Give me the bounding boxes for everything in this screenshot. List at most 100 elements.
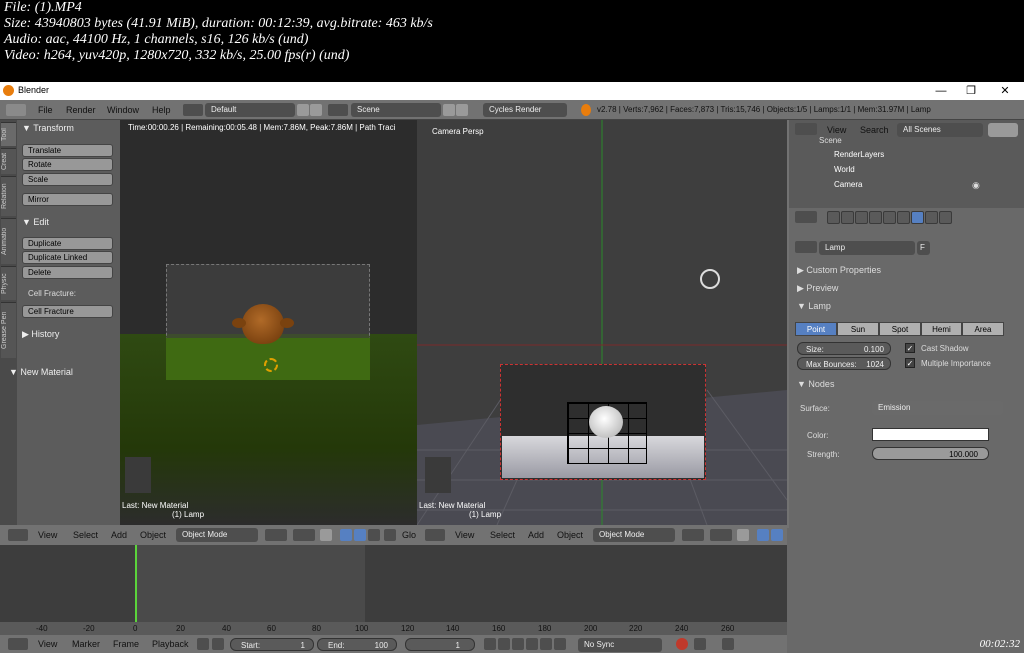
object-tab-icon[interactable] bbox=[883, 211, 896, 224]
custom-properties-header[interactable]: ▶ Custom Properties bbox=[797, 265, 881, 276]
tab-animation[interactable]: Animatio bbox=[1, 218, 16, 264]
data-tab-icon[interactable] bbox=[911, 211, 924, 224]
outliner-item-renderlayers[interactable]: RenderLayers bbox=[834, 150, 884, 159]
pivot-icon-right[interactable] bbox=[710, 529, 732, 541]
translate-icon-right[interactable] bbox=[757, 529, 769, 541]
lamp-section-header[interactable]: ▼ Lamp bbox=[797, 301, 831, 311]
jump-end-icon[interactable] bbox=[554, 638, 566, 650]
shading-icon-left[interactable] bbox=[265, 529, 287, 541]
menu-window[interactable]: Window bbox=[107, 105, 139, 115]
tab-grease-pencil[interactable]: Grease Pen bbox=[1, 302, 16, 358]
lamp-type-hemi[interactable]: Hemi bbox=[921, 322, 962, 336]
mode-selector-left[interactable]: Object Mode bbox=[176, 528, 258, 542]
render-layers-tab-icon[interactable] bbox=[841, 211, 854, 224]
mirror-button[interactable]: Mirror bbox=[22, 193, 113, 206]
lamp-type-area[interactable]: Area bbox=[962, 322, 1004, 336]
menu-object-left[interactable]: Object bbox=[140, 530, 166, 540]
size-field[interactable]: Size: 0.100 bbox=[797, 342, 891, 355]
outliner-item-camera[interactable]: Camera bbox=[834, 180, 862, 189]
lamp-type-point[interactable]: Point bbox=[795, 322, 837, 336]
preview-header[interactable]: ▶ Preview bbox=[797, 283, 838, 294]
menu-view-right[interactable]: View bbox=[455, 530, 474, 540]
shading-icon-right[interactable] bbox=[682, 529, 704, 541]
next-keyframe-icon[interactable] bbox=[540, 638, 552, 650]
prev-keyframe-icon[interactable] bbox=[498, 638, 510, 650]
rendered-viewport[interactable]: Time:00:00.26 | Remaining:00:05.48 | Mem… bbox=[120, 120, 417, 525]
lamp-data-icon[interactable] bbox=[795, 241, 817, 253]
visibility-eye-icon[interactable]: ◉ bbox=[972, 180, 980, 191]
keyframe-insert-icon[interactable] bbox=[722, 638, 734, 650]
pivot-icon-left[interactable] bbox=[293, 529, 315, 541]
menu-select-left[interactable]: Select bbox=[73, 530, 98, 540]
preview-range-icon[interactable] bbox=[197, 638, 209, 650]
jump-start-icon[interactable] bbox=[484, 638, 496, 650]
emission-color-swatch[interactable] bbox=[872, 428, 989, 441]
strength-field[interactable]: 100.000 bbox=[872, 447, 989, 460]
transform-panel-header[interactable]: ▼ Transform bbox=[17, 121, 120, 135]
keying-set-icon[interactable] bbox=[694, 638, 706, 650]
end-frame-field[interactable]: End: 100 bbox=[317, 638, 397, 651]
max-bounces-field[interactable]: Max Bounces: 1024 bbox=[797, 357, 891, 370]
outliner-menu-view[interactable]: View bbox=[827, 125, 846, 135]
duplicate-linked-button[interactable]: Duplicate Linked bbox=[22, 251, 113, 264]
editor-type-icon-left[interactable] bbox=[8, 529, 28, 541]
remove-layout-icon[interactable] bbox=[310, 104, 322, 116]
record-icon[interactable] bbox=[676, 638, 688, 650]
add-layout-icon[interactable] bbox=[297, 104, 309, 116]
scale-icon-left[interactable] bbox=[368, 529, 380, 541]
editor-type-icon[interactable] bbox=[6, 104, 26, 116]
surface-shader-selector[interactable]: Emission bbox=[872, 401, 1003, 415]
timeline-menu-marker[interactable]: Marker bbox=[72, 639, 100, 649]
menu-select-right[interactable]: Select bbox=[490, 530, 515, 540]
texture-tab-icon[interactable] bbox=[939, 211, 952, 224]
scene-selector[interactable]: Scene bbox=[351, 103, 441, 117]
lock-icon[interactable] bbox=[212, 638, 224, 650]
render-tab-icon[interactable] bbox=[827, 211, 840, 224]
constraints-tab-icon[interactable] bbox=[897, 211, 910, 224]
lamp-name-field[interactable]: Lamp bbox=[819, 241, 915, 255]
start-frame-field[interactable]: Start: 1 bbox=[230, 638, 314, 651]
close-button[interactable]: ✕ bbox=[990, 82, 1020, 100]
manipulator-icon-right[interactable] bbox=[737, 529, 749, 541]
tab-relations[interactable]: Relation bbox=[1, 176, 16, 216]
menu-view-left[interactable]: View bbox=[38, 530, 57, 540]
sync-mode-selector[interactable]: No Sync bbox=[578, 638, 662, 652]
manipulator-icon-left[interactable] bbox=[320, 529, 332, 541]
history-panel-header[interactable]: ▶ History bbox=[17, 327, 120, 341]
lamp-type-spot[interactable]: Spot bbox=[879, 322, 921, 336]
outliner-item-world[interactable]: World bbox=[834, 165, 855, 174]
fake-user-button[interactable]: F bbox=[917, 241, 930, 255]
current-frame-field[interactable]: 1 bbox=[405, 638, 475, 651]
scale-button[interactable]: Scale bbox=[22, 173, 113, 186]
orientation-icon-left[interactable] bbox=[384, 529, 396, 541]
rotate-button[interactable]: Rotate bbox=[22, 158, 113, 171]
menu-file[interactable]: File bbox=[38, 105, 53, 115]
outliner-search-field[interactable] bbox=[988, 123, 1018, 137]
mode-selector-right[interactable]: Object Mode bbox=[593, 528, 675, 542]
rotate-icon-right[interactable] bbox=[771, 529, 783, 541]
world-tab-icon[interactable] bbox=[869, 211, 882, 224]
cast-shadow-checkbox[interactable]: ✓ bbox=[905, 343, 915, 353]
timeline-editor-icon[interactable] bbox=[8, 638, 28, 650]
outliner-item-scene[interactable]: Scene bbox=[819, 136, 842, 145]
edit-panel-header[interactable]: ▼ Edit bbox=[17, 215, 120, 229]
render-engine-selector[interactable]: Cycles Render bbox=[483, 103, 567, 117]
scene-icon[interactable] bbox=[328, 104, 348, 116]
outliner-filter-selector[interactable]: All Scenes bbox=[897, 123, 983, 137]
duplicate-button[interactable]: Duplicate bbox=[22, 237, 113, 250]
nodes-section-header[interactable]: ▼ Nodes bbox=[797, 379, 834, 389]
timeline-menu-playback[interactable]: Playback bbox=[152, 639, 189, 649]
add-scene-icon[interactable] bbox=[443, 104, 455, 116]
timeline-menu-frame[interactable]: Frame bbox=[113, 639, 139, 649]
menu-help[interactable]: Help bbox=[152, 105, 171, 115]
menu-object-right[interactable]: Object bbox=[557, 530, 583, 540]
outliner-editor-icon[interactable] bbox=[795, 123, 817, 135]
cell-fracture-button[interactable]: Cell Fracture bbox=[22, 305, 113, 318]
layout-grid-icon[interactable] bbox=[183, 104, 203, 116]
tab-create[interactable]: Creat bbox=[1, 148, 16, 174]
scene-tab-icon[interactable] bbox=[855, 211, 868, 224]
play-icon[interactable] bbox=[526, 638, 538, 650]
editor-type-icon-right[interactable] bbox=[425, 529, 445, 541]
minimize-button[interactable]: — bbox=[926, 82, 956, 100]
delete-button[interactable]: Delete bbox=[22, 266, 113, 279]
